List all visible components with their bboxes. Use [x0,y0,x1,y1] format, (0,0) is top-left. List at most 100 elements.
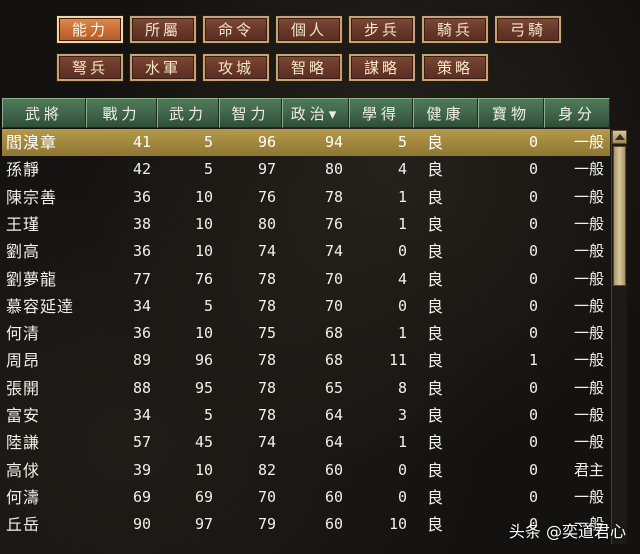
tab-strategy[interactable]: 策略 [422,54,488,81]
cell-combat: 41 [132,133,151,151]
cell-politics: 80 [324,160,343,179]
cell-status: 一般 [573,160,604,179]
table-row[interactable]: 周昂 89 96 78 68 11 良 1 一般 [2,347,610,374]
tab-siege[interactable]: 攻城 [203,54,269,81]
cell-status: 一般 [573,187,604,206]
cell-combat: 89 [132,351,151,370]
cell-learned: 11 [388,351,407,370]
column-header-status[interactable]: 身分 [544,98,610,128]
cell-officer: 富安 [6,406,41,425]
cell-politics: 70 [324,269,343,288]
cell-officer: 孫靜 [6,160,41,180]
cell-politics: 94 [324,133,343,151]
cell-learned: 10 [388,515,407,534]
table-row[interactable]: 慕容延達 34 5 78 70 0 良 0 一般 [2,293,610,320]
tab-infantry[interactable]: 步兵 [349,16,415,43]
tab-crossbow[interactable]: 弩兵 [57,54,123,81]
tab-command[interactable]: 命令 [203,16,269,43]
cell-treasure: 0 [528,406,538,424]
cell-health: 良 [427,433,444,453]
cell-strength: 5 [203,296,213,315]
cell-strength: 5 [203,133,213,151]
cell-politics: 76 [324,214,343,233]
cell-health: 良 [427,214,444,234]
cell-politics: 68 [324,351,343,370]
table-row[interactable]: 劉夢龍 77 76 78 70 4 良 0 一般 [2,266,610,293]
cell-strength: 95 [194,378,213,397]
scroll-up-arrow-icon[interactable] [612,130,627,144]
cell-politics: 64 [324,406,343,424]
tab-navy[interactable]: 水軍 [130,54,196,81]
cell-politics: 68 [324,324,343,343]
cell-learned: 1 [397,324,407,343]
cell-health: 良 [427,242,444,262]
table-row[interactable]: 陸謙 57 45 74 64 1 良 0 一般 [2,429,610,456]
table-row[interactable]: 富安 34 5 78 64 3 良 0 一般 [2,402,610,429]
cell-treasure: 0 [528,296,538,315]
table-row[interactable]: 何濤 69 69 70 60 0 良 0 一般 [2,484,610,511]
cell-health: 良 [427,160,444,180]
table-row[interactable]: 閻溴章 41 5 96 94 5 良 0 一般 [2,129,610,156]
cell-intelligence: 96 [257,133,276,151]
cell-health: 良 [427,133,444,152]
cell-intelligence: 74 [257,242,276,261]
column-header-strength[interactable]: 武力 [157,98,219,128]
column-header-learned[interactable]: 學得 [349,98,413,128]
tab-cavalry[interactable]: 騎兵 [422,16,488,43]
cell-officer: 劉高 [6,242,41,262]
cell-officer: 張開 [6,378,41,398]
cell-strength: 76 [194,269,213,288]
cell-officer: 何清 [6,324,41,344]
table-row[interactable]: 劉高 36 10 74 74 0 良 0 一般 [2,238,610,265]
table-row[interactable]: 孫靜 42 5 97 80 4 良 0 一般 [2,156,610,183]
tab-affiliation[interactable]: 所屬 [130,16,196,43]
cell-health: 良 [427,269,444,289]
table-header: 武將 戰力 武力 智力 政治▾ 學得 健康 寶物 身分 [2,98,610,128]
column-header-health[interactable]: 健康 [413,98,478,128]
cell-combat: 69 [132,487,151,506]
cell-status: 一般 [573,296,604,315]
cell-combat: 39 [132,460,151,479]
column-header-intelligence[interactable]: 智力 [219,98,282,128]
cell-combat: 34 [132,406,151,424]
cell-learned: 1 [397,214,407,233]
cell-intelligence: 82 [257,460,276,479]
column-header-treasure[interactable]: 寶物 [478,98,544,128]
cell-health: 良 [427,460,444,480]
cell-strength: 96 [194,351,213,370]
cell-treasure: 0 [528,214,538,233]
cell-officer: 丘岳 [6,515,41,535]
cell-learned: 0 [397,296,407,315]
cell-learned: 0 [397,242,407,261]
cell-officer: 慕容延達 [6,296,75,316]
cell-status: 一般 [573,324,604,343]
cell-treasure: 0 [528,269,538,288]
table-row[interactable]: 陳宗善 36 10 76 78 1 良 0 一般 [2,184,610,211]
table-row[interactable]: 高俅 39 10 82 60 0 良 0 君主 [2,457,610,484]
vertical-scrollbar[interactable] [611,130,627,544]
cell-status: 一般 [573,269,604,288]
cell-treasure: 0 [528,378,538,397]
column-header-officer[interactable]: 武將 [2,98,86,128]
table-row[interactable]: 張開 88 95 78 65 8 良 0 一般 [2,375,610,402]
column-header-politics[interactable]: 政治▾ [282,98,349,128]
tab-ability[interactable]: 能力 [57,16,123,43]
cell-intelligence: 80 [257,214,276,233]
tab-wisdom[interactable]: 智略 [276,54,342,81]
table-row[interactable]: 王瑾 38 10 80 76 1 良 0 一般 [2,211,610,238]
column-header-combat[interactable]: 戰力 [86,98,157,128]
tab-scheme[interactable]: 謀略 [349,54,415,81]
watermark: 头条 @奕道君心 [508,522,626,541]
cell-health: 良 [427,324,444,344]
tab-horse-archer[interactable]: 弓騎 [495,16,561,43]
cell-politics: 60 [324,515,343,534]
cell-intelligence: 70 [257,487,276,506]
scrollbar-thumb[interactable] [613,146,626,286]
cell-treasure: 0 [528,242,538,261]
table-row[interactable]: 何清 36 10 75 68 1 良 0 一般 [2,320,610,347]
cell-combat: 57 [132,433,151,452]
cell-learned: 8 [397,378,407,397]
cell-treasure: 0 [528,160,538,179]
tab-personal[interactable]: 個人 [276,16,342,43]
cell-combat: 36 [132,187,151,206]
